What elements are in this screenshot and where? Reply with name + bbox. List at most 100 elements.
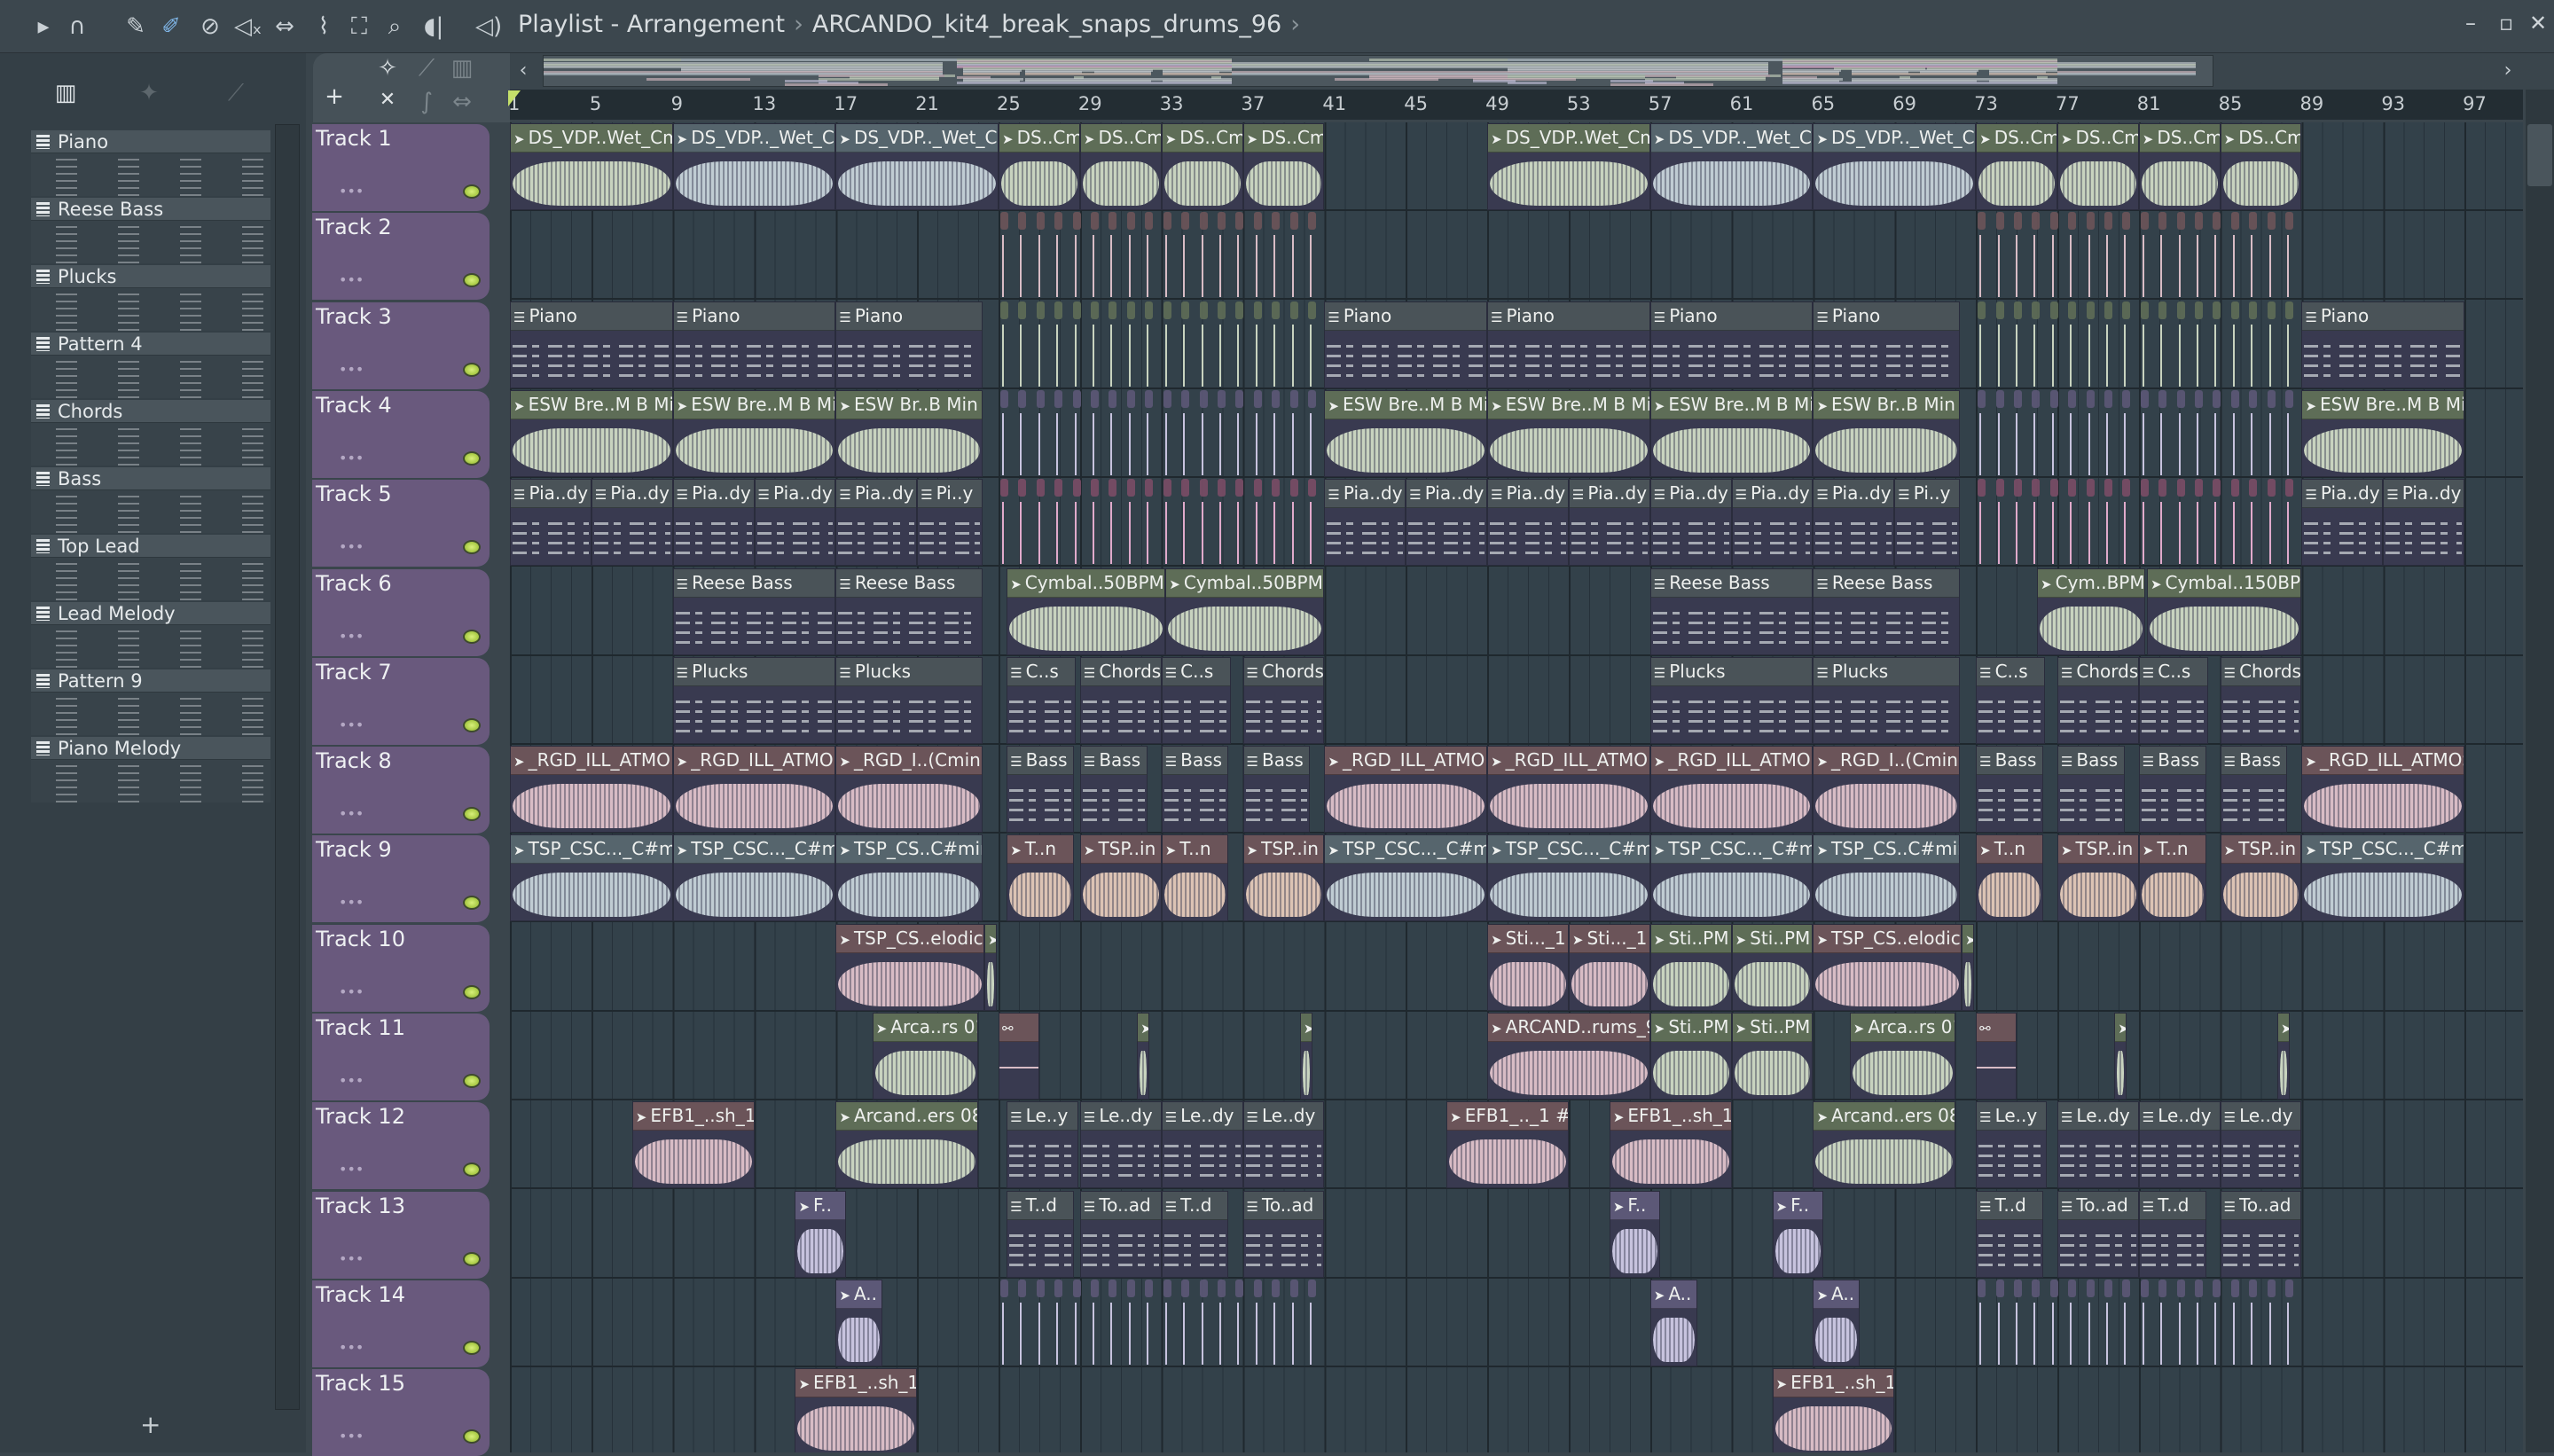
audio-clip[interactable]: ➤ ESW Bre..M B Min [510, 389, 673, 477]
drum-hit-clip[interactable] [2249, 1279, 2258, 1366]
pattern-picker-item[interactable]: Piano [31, 130, 270, 196]
pattern-clip[interactable]: ☰ C..s [1007, 656, 1077, 744]
audio-clip[interactable]: ➤ EFB1_..sh_1 [1772, 1368, 1895, 1452]
pattern-clip[interactable]: ☰ Pi..y [1894, 479, 1960, 567]
close-icon[interactable]: ✕ [372, 89, 403, 111]
pattern-clip[interactable]: ☰ Piano [510, 301, 673, 388]
pattern-clip[interactable]: ☰ T..d [1161, 1190, 1229, 1278]
drum-hit-clip[interactable] [2032, 301, 2041, 388]
drum-hit-clip[interactable] [2068, 212, 2077, 299]
drum-hit-clip[interactable] [1054, 301, 1063, 388]
drum-hit-clip[interactable] [2249, 301, 2258, 388]
drum-hit-clip[interactable] [1181, 1279, 1190, 1366]
track-header[interactable]: Track 2 ••• [312, 213, 490, 301]
drum-hit-clip[interactable] [2140, 1279, 2149, 1366]
drum-hit-clip[interactable] [1036, 1279, 1045, 1366]
pattern-clip[interactable]: ☰ Le..dy [1242, 1101, 1325, 1189]
audio-clip[interactable]: ➤ TSP_CS..C#min [835, 834, 983, 922]
pattern-clip[interactable]: ☰ To..ad [1079, 1190, 1162, 1278]
drum-hit-clip[interactable] [1217, 301, 1226, 388]
track-mute-led[interactable] [463, 1074, 481, 1088]
drum-hit-clip[interactable] [2104, 479, 2112, 566]
audio-clip[interactable]: ➤ [1137, 1013, 1149, 1100]
audio-clip[interactable]: ➤ EFB1_..sh_1 [631, 1101, 755, 1189]
automation-clip[interactable]: ⚯ [999, 1013, 1039, 1100]
drum-hit-clip[interactable] [1235, 389, 1244, 477]
audio-clip[interactable]: ➤ _RGD_ILL_ATMO [1649, 746, 1814, 834]
audio-clip[interactable]: ➤ Cymbal..150BPM [2146, 568, 2302, 655]
drum-hit-clip[interactable] [2086, 479, 2095, 566]
drum-hit-clip[interactable] [1000, 1279, 1009, 1366]
automation-clip[interactable]: ⚯ [1976, 1013, 2017, 1100]
audio-clip[interactable]: ➤ TSP..in [2057, 834, 2139, 922]
drum-hit-clip[interactable] [2230, 389, 2239, 477]
pattern-clip[interactable]: ☰ Piano [1487, 301, 1650, 388]
drum-hit-clip[interactable] [2285, 301, 2294, 388]
drum-hit-clip[interactable] [2230, 212, 2239, 299]
drum-hit-clip[interactable] [2140, 479, 2149, 566]
pattern-clip[interactable]: ☰ Chords [2057, 656, 2139, 744]
pattern-clip[interactable]: ☰ Le..y [1976, 1101, 2048, 1189]
drum-hit-clip[interactable] [1036, 479, 1045, 566]
pattern-picker-item[interactable]: Piano Melody [31, 737, 270, 802]
audio-clip[interactable]: ➤ DS..Cm [1976, 123, 2057, 210]
drum-hit-clip[interactable] [1163, 212, 1171, 299]
audio-clip[interactable]: ➤ T..n [1161, 834, 1229, 922]
audio-clip[interactable]: ➤ Sti..._1 [1487, 923, 1569, 1011]
pattern-picker-item[interactable]: Pattern 9 [31, 669, 270, 735]
vertical-scrollbar-thumb[interactable] [2527, 124, 2552, 186]
drum-hit-clip[interactable] [1145, 301, 1154, 388]
audio-clip[interactable]: ➤ARCAND..rums_96 [1487, 1013, 1650, 1100]
pattern-clip[interactable]: ☰ Bass [1161, 746, 1229, 834]
audio-clip[interactable]: ➤ DS_VDP..Wet_Cm [1487, 123, 1650, 210]
mute-icon[interactable]: ◁ₓ [234, 12, 262, 41]
drum-hit-clip[interactable] [1126, 1279, 1135, 1366]
drum-hit-clip[interactable] [1054, 212, 1063, 299]
audio-clip[interactable]: ➤ DS..Cm [1242, 123, 1325, 210]
drum-hit-clip[interactable] [1289, 389, 1298, 477]
drum-hit-clip[interactable] [2285, 1279, 2294, 1366]
drum-hit-clip[interactable] [1000, 301, 1009, 388]
drum-hit-clip[interactable] [1978, 301, 1986, 388]
drum-hit-clip[interactable] [1036, 212, 1045, 299]
drum-hit-clip[interactable] [2176, 479, 2185, 566]
audio-clip[interactable]: ➤ [983, 923, 997, 1011]
audio-clip[interactable]: ➤ A.. [1649, 1279, 1697, 1366]
audio-clip[interactable]: ➤ DS..Cm [2220, 123, 2302, 210]
audio-clip[interactable]: ➤DS_VDP.._Wet_Cm [835, 123, 999, 210]
drum-hit-clip[interactable] [2267, 479, 2276, 566]
pattern-clip[interactable]: ☰ Plucks [1649, 656, 1814, 744]
drum-hit-clip[interactable] [2140, 212, 2149, 299]
track-mute-led[interactable] [463, 362, 481, 377]
drum-hit-clip[interactable] [1126, 212, 1135, 299]
slip-icon[interactable]: ⇔ [271, 12, 298, 41]
drum-hit-clip[interactable] [1289, 212, 1298, 299]
audio-clip[interactable]: ➤_RGD_ILL_ATMOS_(Cmin) [2301, 746, 2465, 834]
drum-hit-clip[interactable] [2158, 389, 2167, 477]
audio-clip[interactable]: ➤ Sti..PM [1649, 1013, 1732, 1100]
current-clip-name[interactable]: ARCANDO_kit4_break_snaps_drums_96 [812, 11, 1281, 38]
audio-clip[interactable]: ➤ Sti..PM [1731, 923, 1814, 1011]
audio-clip[interactable]: ➤ A.. [1813, 1279, 1861, 1366]
audio-clip[interactable]: ➤ DS..Cm [1161, 123, 1243, 210]
speaker-icon[interactable]: ◁) [475, 12, 502, 41]
drum-hit-clip[interactable] [1091, 479, 1100, 566]
drum-hit-clip[interactable] [1054, 389, 1063, 477]
track-mute-led[interactable] [463, 273, 481, 288]
audio-clip[interactable]: ➤TSP_CSC..._C#min [1649, 834, 1814, 922]
track-mute-led[interactable] [463, 450, 481, 466]
drum-hit-clip[interactable] [2249, 479, 2258, 566]
drum-hit-clip[interactable] [2176, 212, 2185, 299]
automation-filter-icon[interactable]: ⟋ [411, 55, 443, 82]
minimize-button[interactable]: – [2465, 11, 2476, 35]
drum-hit-clip[interactable] [2158, 212, 2167, 299]
pattern-picker-item[interactable]: Lead Melody [31, 602, 270, 668]
drum-hit-clip[interactable] [2213, 301, 2221, 388]
pattern-clip[interactable]: ☰ Bass [1007, 746, 1074, 834]
drum-hit-clip[interactable] [2086, 389, 2095, 477]
drum-hit-clip[interactable] [1978, 389, 1986, 477]
drum-hit-clip[interactable] [1145, 389, 1154, 477]
audio-clip[interactable]: ➤ Cymbal..50BPM [1165, 568, 1325, 655]
pattern-clip[interactable]: ☰ Bass [2057, 746, 2125, 834]
drum-hit-clip[interactable] [2285, 479, 2294, 566]
